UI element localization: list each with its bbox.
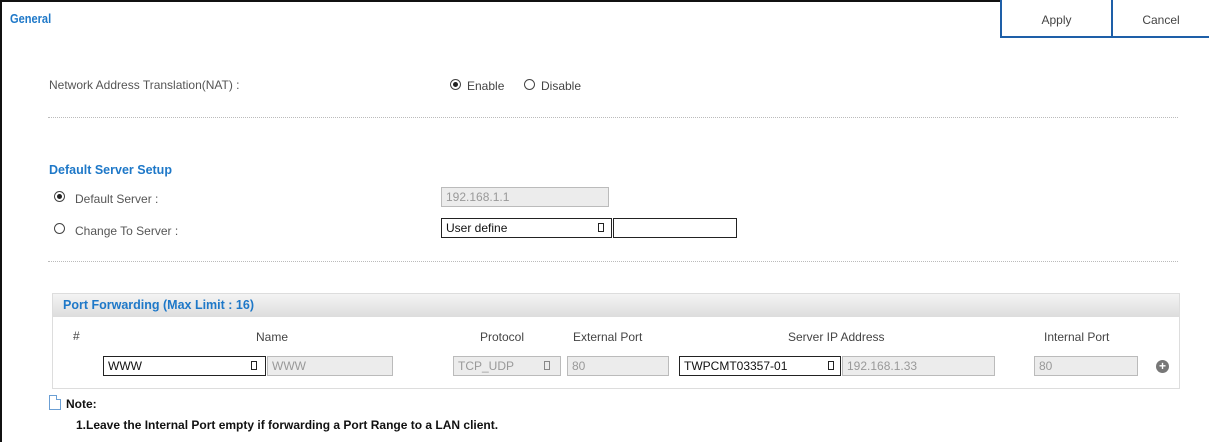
nat-label: Network Address Translation(NAT) : bbox=[49, 78, 240, 92]
column-header-external-port: External Port bbox=[573, 330, 643, 344]
port-forwarding-header: Port Forwarding (Max Limit : 16) bbox=[53, 294, 1179, 317]
dropdown-icon bbox=[598, 223, 604, 232]
column-header-index: # bbox=[73, 329, 80, 343]
pf-server-ip-field[interactable]: 192.168.1.33 bbox=[842, 356, 995, 376]
page-header: General Apply Cancel bbox=[0, 0, 1209, 38]
dropdown-icon bbox=[544, 361, 550, 370]
pf-name-select-value: WWW bbox=[108, 359, 142, 373]
dropdown-icon bbox=[251, 361, 257, 370]
default-server-radio[interactable] bbox=[54, 191, 65, 202]
port-forwarding-title: Port Forwarding (Max Limit : 16) bbox=[63, 298, 254, 312]
divider bbox=[48, 261, 1178, 262]
divider bbox=[48, 117, 1178, 118]
pf-name-field[interactable]: WWW bbox=[267, 356, 393, 376]
pf-server-select[interactable]: TWPCMT03357-01 bbox=[679, 356, 841, 376]
note-line-1: 1.Leave the Internal Port empty if forwa… bbox=[76, 418, 499, 432]
change-server-input[interactable] bbox=[613, 218, 737, 238]
pf-name-select[interactable]: WWW bbox=[103, 356, 266, 376]
page-title: General bbox=[10, 11, 52, 26]
apply-button[interactable]: Apply bbox=[1000, 0, 1111, 38]
column-header-protocol: Protocol bbox=[480, 330, 525, 344]
nat-enable-radio[interactable] bbox=[450, 79, 461, 90]
pf-internal-port-field[interactable]: 80 bbox=[1034, 356, 1138, 376]
pf-protocol-value: TCP_UDP bbox=[458, 359, 515, 373]
column-header-server-ip: Server IP Address bbox=[788, 330, 885, 344]
change-server-select-value: User define bbox=[446, 221, 508, 235]
plus-icon[interactable]: + bbox=[1156, 360, 1169, 373]
default-server-label: Default Server : bbox=[75, 192, 159, 206]
cancel-button[interactable]: Cancel bbox=[1111, 0, 1209, 38]
column-header-internal-port: Internal Port bbox=[1044, 330, 1110, 344]
default-server-section-title: Default Server Setup bbox=[49, 163, 172, 177]
column-header-name: Name bbox=[256, 330, 289, 344]
nat-enable-label: Enable bbox=[467, 79, 505, 93]
pf-external-port-field[interactable]: 80 bbox=[567, 356, 669, 376]
change-server-label: Change To Server : bbox=[75, 224, 179, 238]
nat-disable-radio[interactable] bbox=[524, 79, 535, 90]
default-server-ip-field[interactable]: 192.168.1.1 bbox=[441, 187, 609, 207]
note-icon bbox=[49, 395, 61, 410]
pf-server-select-value: TWPCMT03357-01 bbox=[684, 359, 788, 373]
change-server-radio[interactable] bbox=[54, 223, 65, 234]
dropdown-icon bbox=[828, 361, 834, 370]
change-server-select[interactable]: User define bbox=[441, 218, 612, 238]
nat-disable-label: Disable bbox=[541, 79, 582, 93]
note-title: Note: bbox=[66, 397, 97, 411]
